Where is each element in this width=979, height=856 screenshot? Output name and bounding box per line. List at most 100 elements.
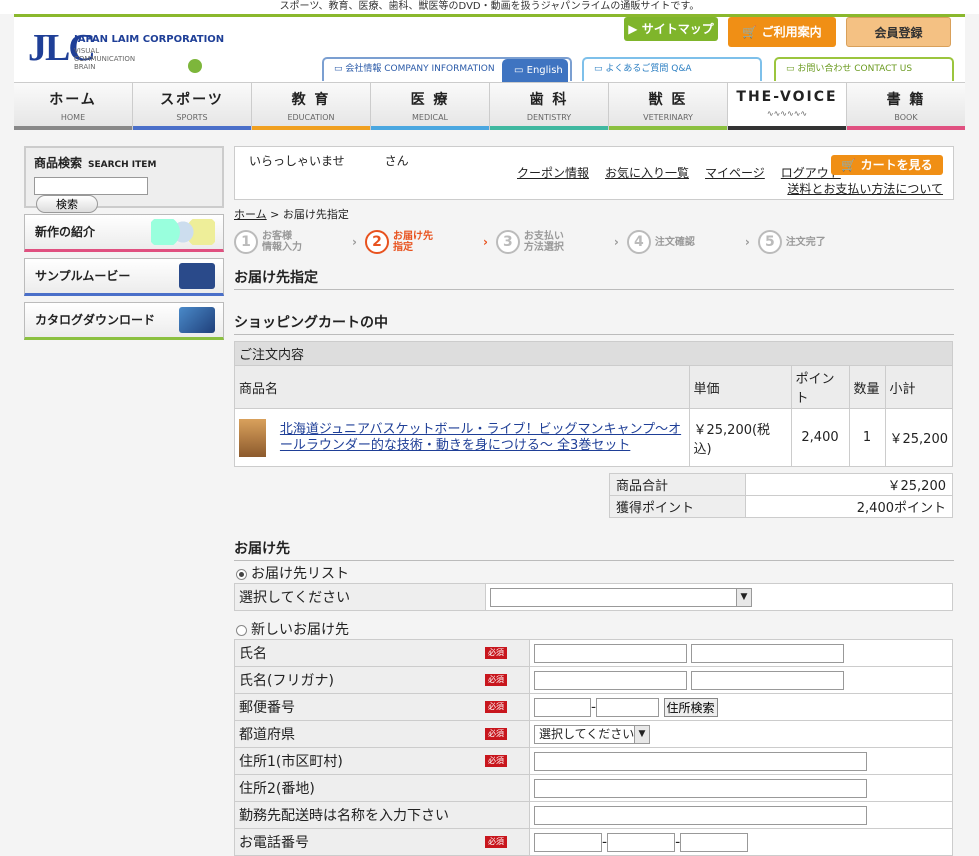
address2-field[interactable] [534, 778, 867, 798]
mypage-link[interactable]: マイページ [705, 164, 765, 181]
name-cell [529, 639, 953, 667]
greet-pre: いらっしゃいませ [249, 154, 345, 168]
zip-field-1[interactable] [534, 697, 591, 717]
guide-button[interactable]: 🛒 ご利用案内 [728, 17, 836, 47]
address1-field[interactable] [534, 751, 867, 771]
contact-label: お問い合わせ CONTACT US [797, 64, 913, 74]
last-name-kana-field[interactable] [534, 670, 687, 690]
first-name-field[interactable] [691, 643, 845, 663]
search-input[interactable] [34, 177, 148, 195]
nav-education-en: EDUCATION [287, 113, 335, 122]
phone-label: お電話番号 必須 [234, 828, 530, 856]
cart-table: ご注文内容 商品名 単価 ポイント 数量 小計 北海道ジュニアバスケットボール・… [234, 341, 953, 467]
ship-list-option[interactable]: お届け先リスト [234, 563, 954, 583]
address-search-button[interactable]: 住所検索 [663, 697, 718, 717]
name-label-text: 氏名 [239, 646, 267, 662]
search-button[interactable]: 検索 [36, 195, 98, 213]
favorites-link[interactable]: お気に入り一覧 [605, 164, 689, 181]
chevron-right-icon: › [613, 235, 619, 249]
contact-tab[interactable]: ▭ お問い合わせ CONTACT US [774, 57, 954, 81]
cart-icon: 🛒 [742, 25, 758, 39]
item-qty: 1 [848, 408, 886, 467]
addr2-label: 住所2(番地) [234, 774, 530, 802]
pref-label: 都道府県 必須 [234, 720, 530, 748]
sidebar-item-new-releases[interactable]: 新作の紹介 [24, 214, 224, 252]
zip-cell: - 住所検索 [529, 693, 953, 721]
sitemap-button[interactable]: ▶ サイトマップ [624, 17, 718, 41]
ship-list-select-label: 選択してください [234, 583, 486, 611]
nav-veterinary-label: 獣 医 [648, 92, 688, 108]
site-logo[interactable]: JLC JAPAN LAIM CORPORATION VISUAL COMMUN… [28, 29, 224, 73]
waveform-icon: ∿∿∿∿∿∿ [766, 109, 808, 118]
faq-tab[interactable]: ▭ よくあるご質問 Q&A [582, 57, 762, 81]
form-row-addr1: 住所1(市区町村) 必須 [234, 747, 953, 775]
nav-veterinary[interactable]: 獣 医 VETERINARY [609, 83, 728, 130]
guide-label: ご利用案内 [761, 25, 822, 39]
step-3-label: お支払い 方法選択 [524, 231, 564, 253]
col-price: 単価 [688, 365, 792, 409]
sidebar-item-catalog-download[interactable]: カタログダウンロード [24, 302, 224, 340]
new-ship-option[interactable]: 新しいお届け先 [234, 619, 954, 639]
main-content: いらっしゃいませ さん クーポン情報 お気に入り一覧 マイページ ログアウト 🛒 … [234, 146, 954, 856]
step-5: 5 注文完了 [757, 230, 876, 254]
chevron-down-icon: ▼ [736, 588, 751, 606]
form-row-kana: 氏名(フリガナ) 必須 [234, 666, 953, 694]
step-2-number: 2 [364, 230, 389, 254]
nav-voice-label: THE-VOICE [736, 89, 838, 105]
nav-bar [847, 126, 965, 130]
company-name-field[interactable] [534, 805, 867, 825]
new-ship-radio[interactable] [236, 624, 247, 636]
phone-field-2[interactable] [607, 832, 676, 852]
ship-list-radio[interactable] [236, 568, 247, 580]
shipping-payment-link[interactable]: 送料とお支払い方法について [787, 180, 943, 197]
first-name-kana-field[interactable] [691, 670, 845, 690]
view-cart-label: カートを見る [860, 158, 933, 172]
sample-movie-label: サンプルムービー [35, 269, 131, 283]
coupon-link[interactable]: クーポン情報 [517, 164, 589, 181]
nav-medical[interactable]: 医 療 MEDICAL [371, 83, 490, 130]
breadcrumb-home[interactable]: ホーム [234, 208, 267, 221]
nav-education[interactable]: 教 育 EDUCATION [252, 83, 371, 130]
addr1-cell [529, 747, 953, 775]
english-tab[interactable]: ▭ English [502, 59, 568, 83]
nav-bar [371, 126, 489, 130]
ship-list-label: お届け先リスト [251, 566, 349, 582]
main-nav: ホーム HOME スポーツ SPORTS 教 育 EDUCATION 医 療 MEDIC… [14, 82, 965, 130]
nav-dentistry-en: DENTISTRY [526, 113, 572, 122]
breadcrumb-current: お届け先指定 [282, 208, 349, 221]
english-label: English [526, 65, 563, 76]
summary-points-row: 獲得ポイント 2,400ポイント [609, 495, 953, 518]
zip-label: 郵便番号 必須 [234, 693, 530, 721]
required-badge: 必須 [485, 836, 507, 848]
chevron-right-icon: › [744, 235, 750, 249]
last-name-field[interactable] [534, 643, 687, 663]
prefecture-select[interactable]: 選択してください ▼ [534, 724, 650, 744]
sidebar-item-sample-movie[interactable]: サンプルムービー [24, 258, 224, 296]
search-title-jp: 商品検索 [34, 156, 83, 170]
nav-dentistry[interactable]: 歯 科 DENTISTRY [490, 83, 609, 130]
zip-field-2[interactable] [596, 697, 660, 717]
nav-the-voice[interactable]: THE-VOICE ∿∿∿∿∿∿ [728, 83, 847, 130]
member-register-button[interactable]: 会員登録 [846, 17, 951, 47]
phone-field-3[interactable] [680, 832, 749, 852]
addr1-label-text: 住所1(市区町村) [239, 754, 343, 770]
phone-field-1[interactable] [534, 832, 602, 852]
product-thumbnail[interactable] [239, 418, 266, 457]
nav-bar [252, 126, 370, 130]
nav-sports[interactable]: スポーツ SPORTS [133, 83, 252, 130]
view-cart-button[interactable]: 🛒 カートを見る [831, 155, 943, 175]
nav-dentistry-label: 歯 科 [529, 92, 569, 108]
addr2-cell [529, 774, 953, 802]
form-row-name: 氏名 必須 [234, 639, 953, 667]
pref-cell: 選択してください ▼ [529, 720, 953, 748]
nav-home[interactable]: ホーム HOME [14, 83, 133, 130]
required-badge: 必須 [485, 701, 507, 713]
product-link[interactable]: 北海道ジュニアバスケットボール・ライブ！ビッグマンキャンプ～オールラウンダー的な… [280, 422, 685, 454]
new-releases-label: 新作の紹介 [35, 225, 96, 239]
product-cell: 北海道ジュニアバスケットボール・ライブ！ビッグマンキャンプ～オールラウンダー的な… [234, 408, 690, 467]
ship-list-select[interactable]: ▼ [490, 587, 752, 607]
nav-book[interactable]: 書 籍 BOOK [847, 83, 965, 130]
logo-sub-3: BRAIN [74, 63, 96, 71]
company-cell [529, 801, 953, 829]
col-qty: 数量 [848, 365, 886, 409]
